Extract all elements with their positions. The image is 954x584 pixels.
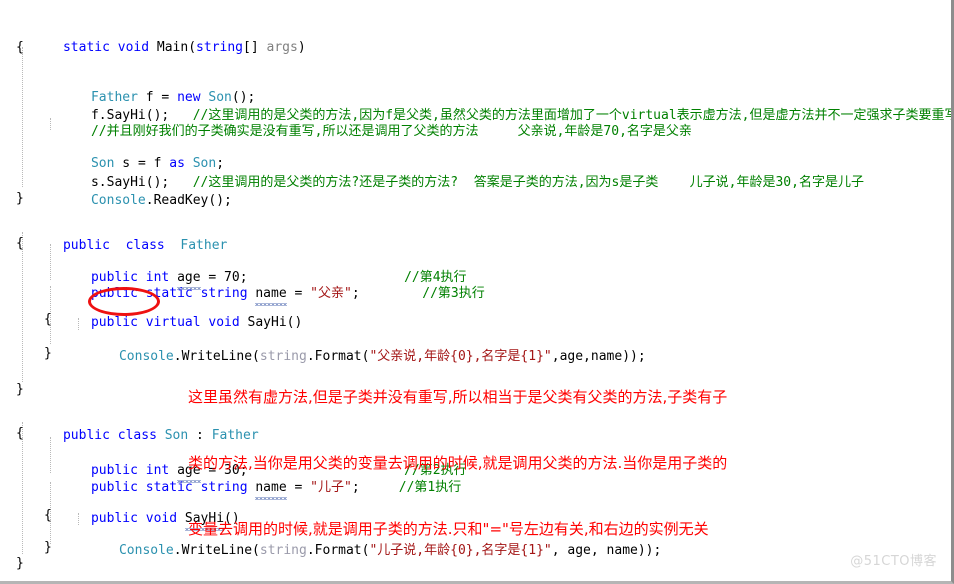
code-line-brace: } [16, 556, 24, 571]
code-line: s.SayHi(); //这里调用的是父类的方法?还是子类的方法? 答案是子类的… [44, 153, 864, 190]
code-line-brace: { [16, 426, 24, 441]
code-line: public class Father [16, 216, 227, 253]
code-line: Son s = f as Son; [44, 134, 224, 171]
token-comment: //这里调用的是父类的方法?还是子类的方法? 答案是子类的方法,因为s是子类 儿… [192, 175, 864, 190]
token-semicolon: ; [351, 286, 360, 301]
token-method: ReadKey(); [153, 193, 232, 208]
red-annotation-note: 这里虽然有虚方法,但是子类并没有重写,所以相当于是父类有父类的方法,子类有子 类… [188, 342, 727, 581]
code-editor-surface[interactable]: static void Main(string[] args) { Father… [0, 0, 951, 581]
token-comment: //第3执行 [422, 286, 485, 301]
code-line: Father f = new Son(); [44, 68, 255, 105]
code-line-brace: { [16, 236, 24, 251]
code-line-brace: { [16, 40, 24, 55]
token-type: Console [90, 193, 146, 208]
code-line: public virtual void SayHi() [44, 293, 302, 330]
code-line-brace: } [16, 191, 24, 206]
code-screenshot: static void Main(string[] args) { Father… [0, 0, 954, 584]
red-note-line-1: 这里虽然有虚方法,但是子类并没有重写,所以相当于是父类有父类的方法,子类有子 [188, 388, 728, 406]
token-string: "父亲" [310, 286, 352, 301]
token-keyword: void [117, 40, 150, 55]
token-type: Console [118, 349, 174, 364]
code-line-brace: } [44, 540, 52, 555]
token-dot: . [145, 193, 154, 208]
code-line-brace: } [16, 382, 24, 397]
code-line: public static string name = "父亲"; //第3执行 [44, 264, 485, 306]
code-line: //并且刚好我们的子类确实是没有重写,所以还是调用了父类的方法 父亲说,年龄是7… [44, 102, 692, 139]
code-line-brace: { [44, 312, 52, 327]
watermark: @51CTO博客 [850, 554, 937, 569]
code-line: static void Main(string[] args) [62, 40, 306, 55]
token-type: Console [118, 543, 174, 558]
code-line-brace: } [44, 346, 52, 361]
code-line-brace: { [44, 508, 52, 523]
token-identifier: Main [156, 40, 189, 55]
red-note-line-2: 类的方法,当你是用父类的变量去调用的时候,就是调用父类的方法.当你是用子类的 [188, 454, 728, 472]
token-keyword: string [196, 40, 244, 55]
token-parameter: args [266, 40, 298, 55]
red-note-line-3: 变量去调用的时候,就是调用子类的方法.只和"="号左边有关,和右边的实例无关 [188, 520, 709, 538]
token-brackets: [] [243, 40, 259, 55]
code-line: Console.ReadKey(); [44, 171, 232, 208]
token-keyword: static [62, 40, 110, 55]
